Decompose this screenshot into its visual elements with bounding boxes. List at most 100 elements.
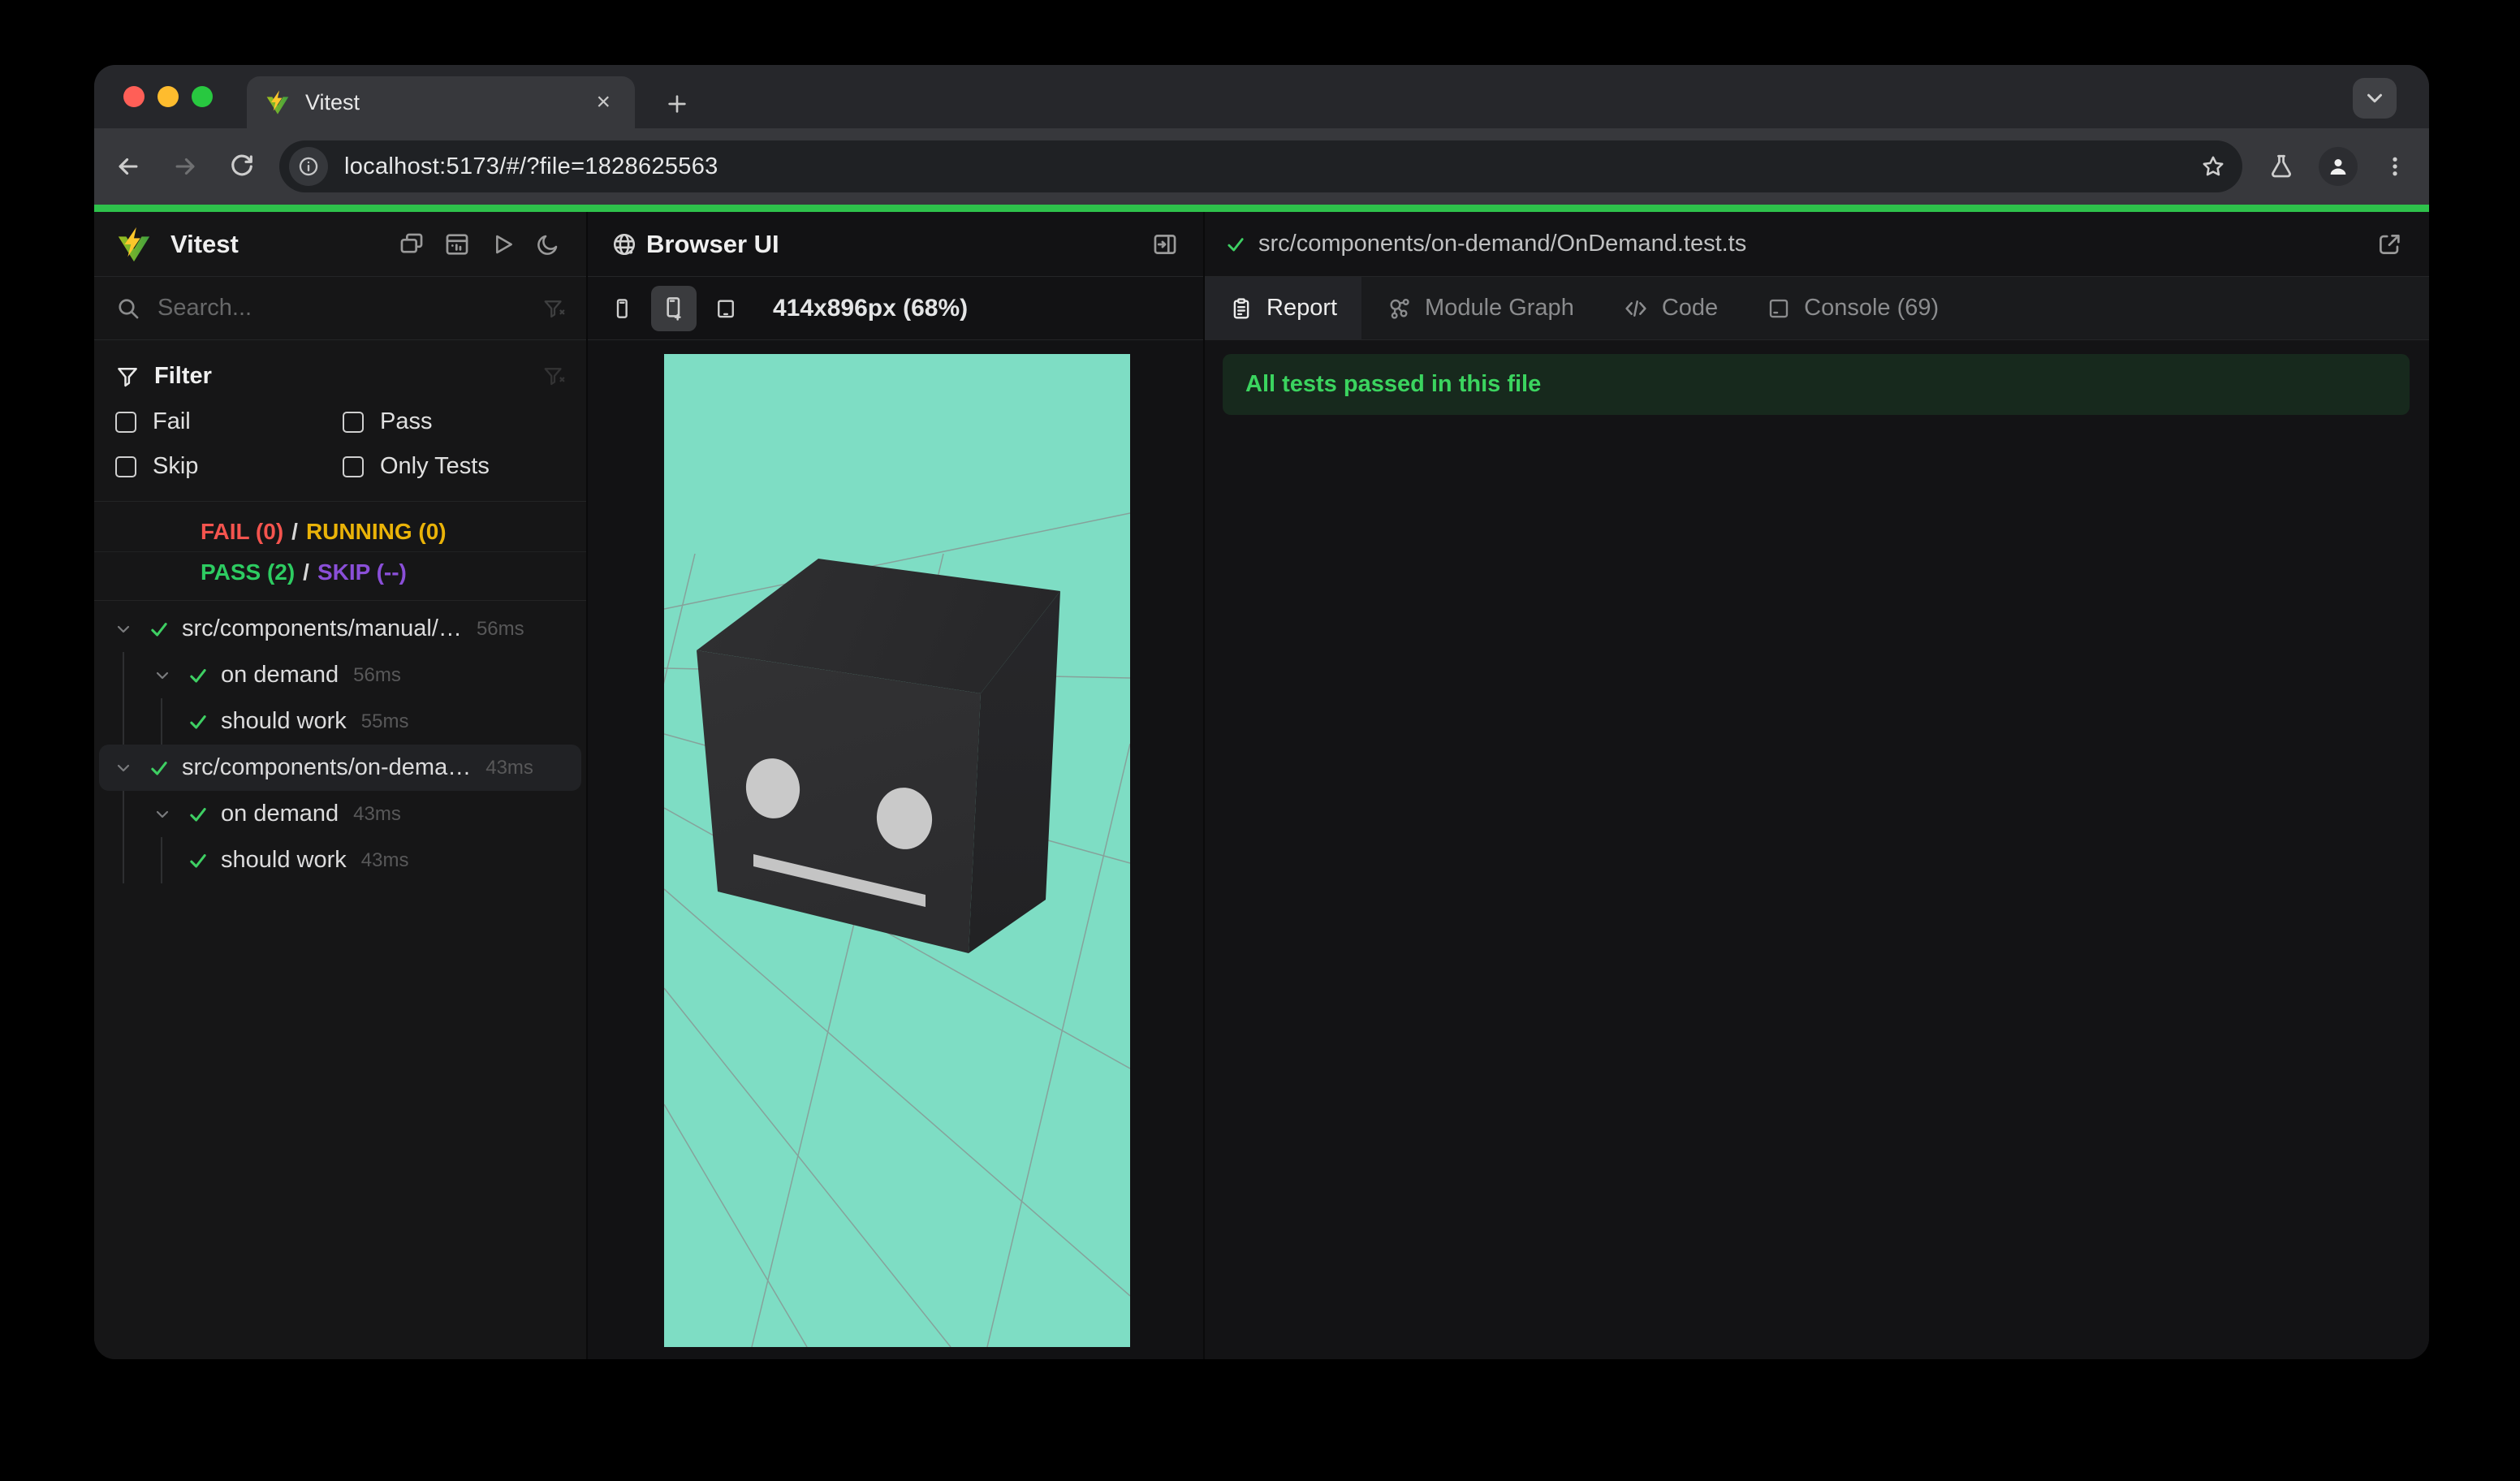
chevron-down-icon[interactable] — [110, 755, 136, 781]
robot-cube — [697, 559, 1060, 953]
url-text[interactable]: localhost:5173/#/?file=1828625563 — [344, 153, 2192, 180]
pass-count: PASS (2) — [201, 559, 296, 585]
back-button[interactable] — [106, 144, 151, 189]
skip-count: SKIP (--) — [317, 559, 407, 585]
test-suite-row[interactable]: on demand 56ms — [99, 652, 581, 698]
avatar-icon — [2319, 147, 2358, 186]
pass-check-icon — [146, 755, 172, 781]
vitest-ui: Vitest Search... Filter Fail Pass Skip O… — [94, 212, 2429, 1359]
report-icon — [1233, 297, 1249, 318]
all-tests-passed-banner: All tests passed in this file — [1223, 354, 2410, 415]
chevron-down-icon[interactable] — [149, 801, 175, 827]
device-tablet-button[interactable] — [703, 286, 749, 331]
tab-module-graph[interactable]: Module Graph — [1361, 277, 1599, 339]
moon-icon — [537, 235, 558, 255]
address-bar[interactable]: localhost:5173/#/?file=1828625563 — [279, 140, 2242, 192]
browser-menu-button[interactable] — [2372, 144, 2418, 189]
checkbox-icon — [343, 411, 364, 433]
tab-close-icon[interactable]: × — [589, 87, 617, 118]
pass-check-icon — [185, 801, 211, 827]
filter-checkbox-pass[interactable]: Pass — [343, 408, 567, 435]
tab-console[interactable]: Console (69) — [1742, 277, 1963, 339]
search-input[interactable] — [156, 294, 468, 322]
zoom-window-button[interactable] — [192, 86, 213, 107]
checkbox-icon — [343, 456, 364, 477]
reload-icon — [231, 154, 252, 176]
device-toolbar: 414x896px (68%) — [588, 277, 1203, 340]
test-suite-row[interactable]: on demand 43ms — [99, 791, 581, 837]
module-graph-icon — [1390, 298, 1409, 319]
pass-check-icon — [185, 663, 211, 689]
test-summary: FAIL (0) / RUNNING (0) PASS (2) / SKIP (… — [94, 502, 586, 601]
sidebar-header: Vitest — [94, 212, 586, 277]
chevron-down-icon[interactable] — [110, 616, 136, 642]
reload-button[interactable] — [219, 144, 265, 189]
test-file-row[interactable]: src/components/manual/… 56ms — [99, 606, 581, 652]
file-path: src/components/on-demand/OnDemand.test.t… — [1258, 231, 1747, 257]
new-tab-button[interactable] — [656, 83, 698, 125]
tab-code[interactable]: Code — [1599, 277, 1742, 339]
chevron-down-icon[interactable] — [149, 663, 175, 689]
clear-filter-icon[interactable] — [542, 296, 567, 321]
test-case-row[interactable]: should work 55ms — [99, 698, 581, 745]
preview-area — [588, 340, 1203, 1359]
tab-title: Vitest — [305, 89, 360, 114]
site-info-icon[interactable] — [289, 147, 328, 186]
browser-toolbar: localhost:5173/#/?file=1828625563 — [94, 128, 2429, 205]
arrow-right-icon — [175, 158, 195, 175]
device-phone-plus-button[interactable] — [651, 285, 697, 331]
collapse-windows-icon — [400, 233, 423, 253]
browser-ui-panel: Browser UI 414x896px (68%) — [586, 212, 1205, 1359]
browser-ui-header: Browser UI — [588, 212, 1203, 277]
panel-right-icon — [1154, 234, 1176, 254]
vitest-favicon-icon — [265, 89, 291, 115]
pass-check-icon — [146, 616, 172, 642]
app-title: Vitest — [170, 229, 239, 258]
pass-check-icon — [185, 709, 211, 735]
forward-button[interactable] — [162, 144, 208, 189]
bookmark-star-icon[interactable] — [2192, 145, 2234, 188]
tab-report[interactable]: Report — [1205, 277, 1362, 339]
checkbox-icon — [115, 411, 136, 433]
three-dot-menu-icon — [2393, 157, 2397, 176]
search-icon — [115, 296, 141, 322]
filter-checkbox-only-tests[interactable]: Only Tests — [343, 453, 567, 480]
test-viewport[interactable] — [664, 354, 1130, 1347]
dock-panel-right-button[interactable] — [1145, 224, 1185, 265]
rerun-all-button[interactable] — [482, 224, 523, 265]
filter-checkbox-skip[interactable]: Skip — [115, 453, 343, 480]
pass-check-icon — [1224, 233, 1247, 256]
viewport-size-label: 414x896px (68%) — [773, 294, 969, 322]
console-icon — [1769, 299, 1789, 317]
collapse-tests-button[interactable] — [391, 224, 432, 265]
filter-checkbox-fail[interactable]: Fail — [115, 408, 343, 435]
filter-section: Filter Fail Pass Skip Only Tests — [94, 340, 586, 502]
vitest-logo-icon — [115, 226, 153, 263]
plus-icon — [668, 95, 686, 113]
report-panel: src/components/on-demand/OnDemand.test.t… — [1205, 212, 2429, 1359]
theme-toggle-button[interactable] — [528, 224, 568, 265]
report-tabs: Report Module Graph Code Console (69) — [1205, 277, 2429, 340]
device-phone-small-button[interactable] — [599, 286, 645, 331]
profile-avatar-button[interactable] — [2315, 144, 2361, 189]
test-file-row-selected[interactable]: src/components/on-dema… 43ms — [99, 745, 581, 791]
threejs-scene — [664, 512, 1130, 1347]
open-in-editor-button[interactable] — [2369, 224, 2410, 265]
test-case-row[interactable]: should work 43ms — [99, 837, 581, 883]
test-progress-bar — [94, 205, 2429, 212]
filter-title: Filter — [154, 362, 212, 389]
dashboard-button[interactable] — [437, 224, 477, 265]
dashboard-icon — [446, 233, 468, 255]
pass-check-icon — [185, 848, 211, 874]
close-window-button[interactable] — [123, 86, 145, 107]
browser-tab-vitest[interactable]: Vitest × — [247, 76, 635, 128]
clear-filter-icon[interactable] — [542, 364, 567, 388]
running-count: RUNNING (0) — [305, 518, 447, 544]
fail-count: FAIL (0) — [201, 518, 284, 544]
sidebar: Vitest Search... Filter Fail Pass Skip O… — [94, 212, 586, 1359]
filter-options: Fail Pass Skip Only Tests — [115, 408, 567, 480]
browser-window: Vitest × localhost:5173/#/?file=18286255… — [94, 65, 2429, 1359]
minimize-window-button[interactable] — [158, 86, 179, 107]
experiments-flask-button[interactable] — [2259, 144, 2304, 189]
tab-search-button[interactable] — [2353, 78, 2397, 119]
